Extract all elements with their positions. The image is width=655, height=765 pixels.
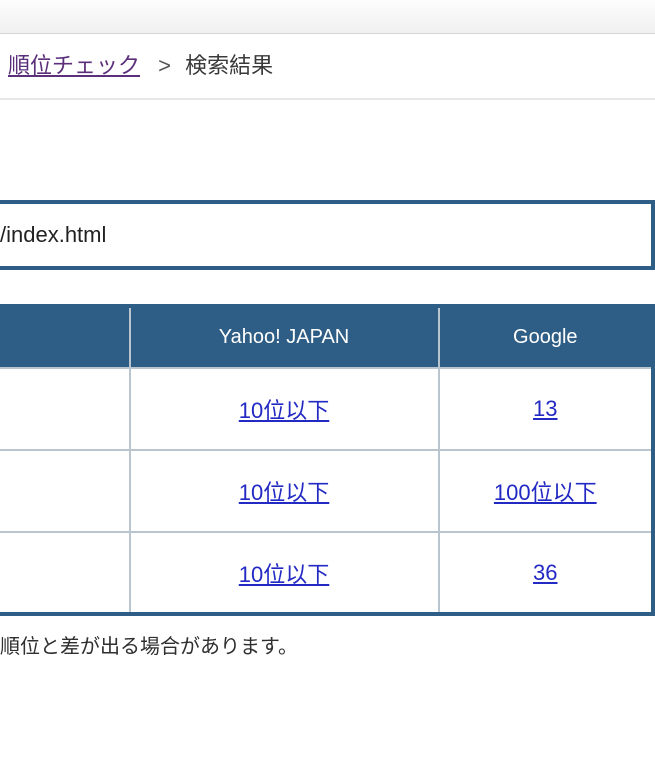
window-topbar — [0, 0, 655, 34]
table-cell-google: 36 — [439, 532, 653, 614]
table-cell-left — [0, 532, 130, 614]
table-cell-yahoo: 10位以下 — [130, 368, 439, 450]
breadcrumb-separator: > — [158, 53, 171, 79]
results-table: Yahoo! JAPAN Google 10位以下 13 10位以下 — [0, 304, 655, 616]
rank-link-yahoo[interactable]: 10位以下 — [239, 480, 329, 505]
rank-link-google[interactable]: 13 — [533, 396, 557, 421]
table-row: 10位以下 13 — [0, 368, 653, 450]
table-cell-yahoo: 10位以下 — [130, 450, 439, 532]
rank-link-yahoo[interactable]: 10位以下 — [239, 562, 329, 587]
main-content: /index.html Yahoo! JAPAN Google 10位以下 13 — [0, 100, 655, 659]
table-row: 10位以下 36 — [0, 532, 653, 614]
table-header-yahoo: Yahoo! JAPAN — [130, 306, 439, 368]
url-text: /index.html — [0, 222, 106, 247]
breadcrumb-current: 検索結果 — [185, 53, 273, 78]
breadcrumb-link-rank-check[interactable]: 順位チェック — [8, 53, 140, 78]
footnote: 順位と差が出る場合があります。 — [0, 616, 655, 659]
table-cell-google: 100位以下 — [439, 450, 653, 532]
breadcrumb: 順位チェック > 検索結果 — [0, 34, 655, 98]
table-header-google: Google — [439, 306, 653, 368]
table-header-row: Yahoo! JAPAN Google — [0, 306, 653, 368]
rank-link-google[interactable]: 100位以下 — [494, 480, 597, 505]
table-header-left — [0, 306, 130, 368]
table-row: 10位以下 100位以下 — [0, 450, 653, 532]
rank-link-yahoo[interactable]: 10位以下 — [239, 398, 329, 423]
table-cell-left — [0, 368, 130, 450]
table-cell-left — [0, 450, 130, 532]
url-box: /index.html — [0, 200, 655, 270]
table-cell-yahoo: 10位以下 — [130, 532, 439, 614]
rank-link-google[interactable]: 36 — [533, 560, 557, 585]
table-cell-google: 13 — [439, 368, 653, 450]
